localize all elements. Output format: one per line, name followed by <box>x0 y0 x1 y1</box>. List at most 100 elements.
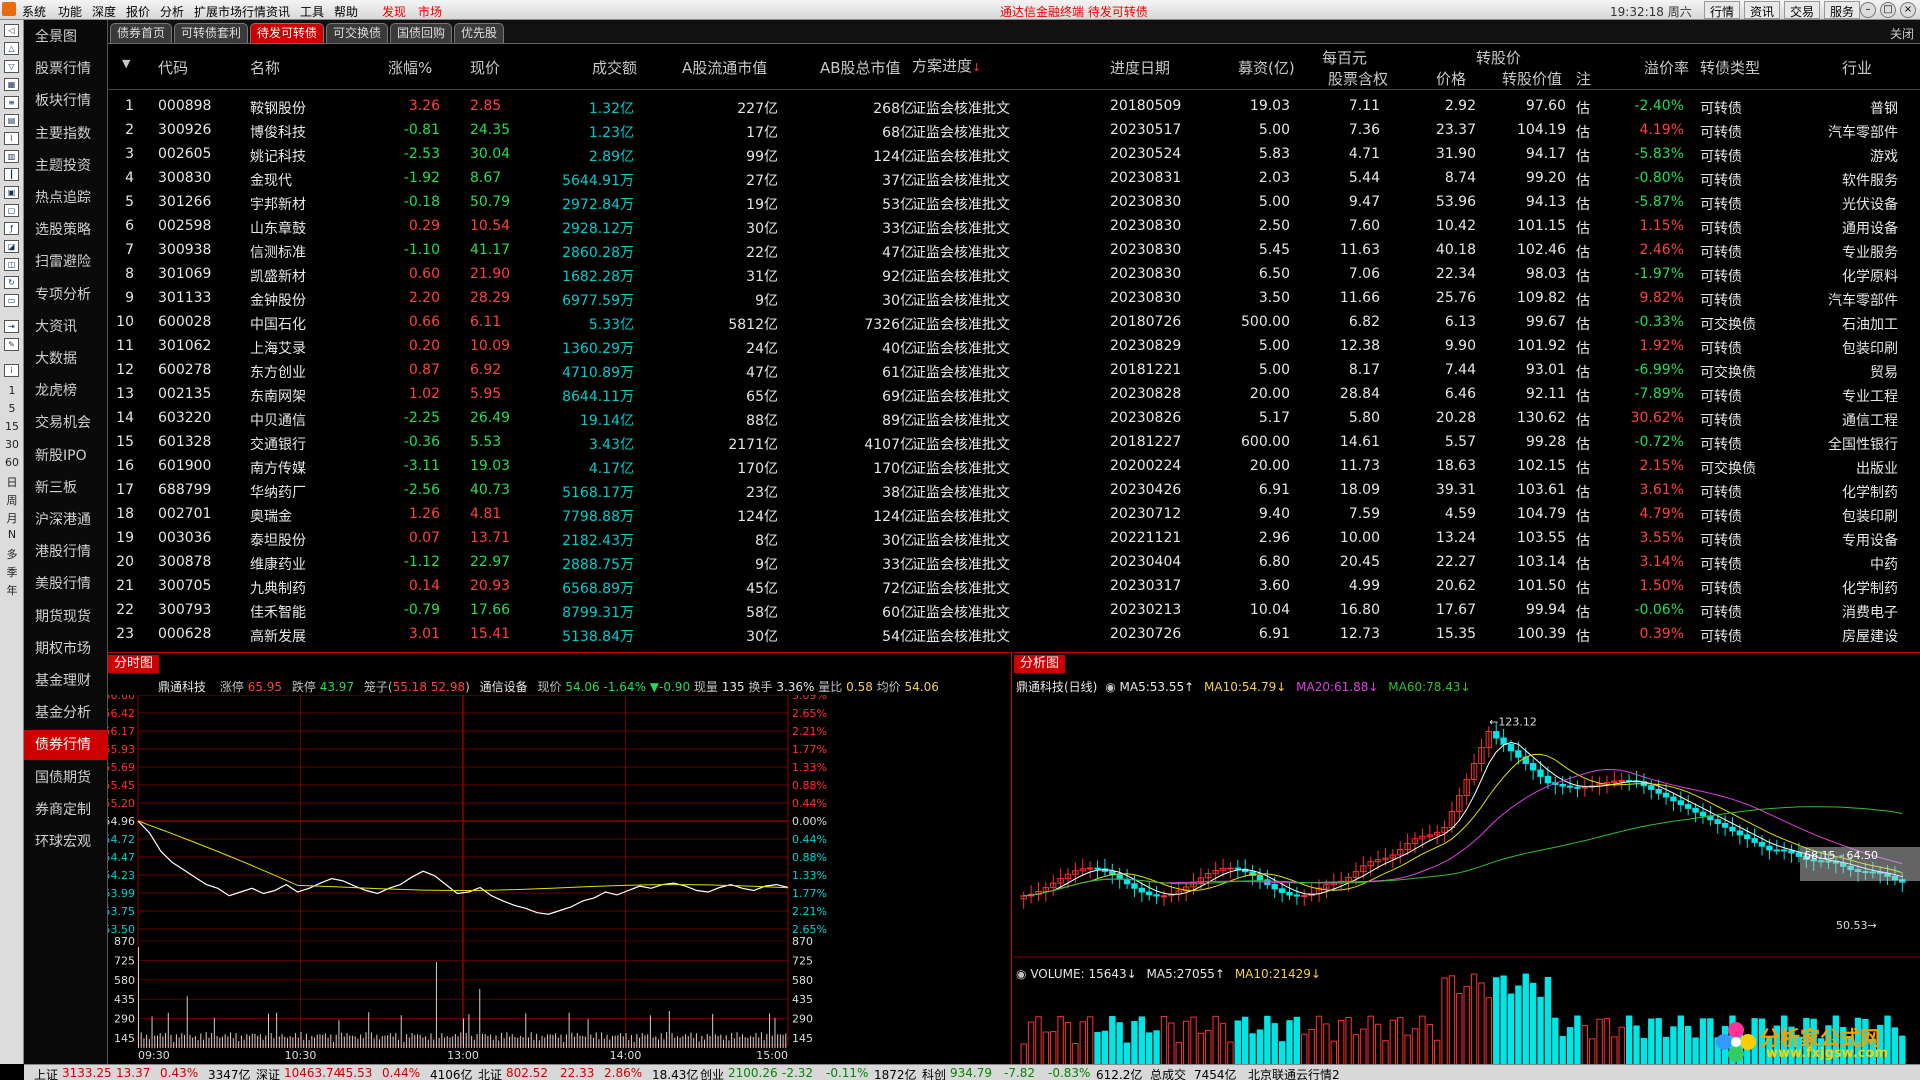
col-a-cap[interactable]: A股流通市值 <box>682 57 767 78</box>
compare-icon[interactable]: ◫ <box>4 258 19 271</box>
export-icon[interactable]: ⇥ <box>4 320 19 333</box>
period-30min[interactable]: 30 <box>2 438 22 451</box>
col-plan[interactable]: 方案进度↓ <box>912 55 981 76</box>
table-row[interactable]: 18 002701 奥瑞金 1.26 4.81 7798.88万 124亿 124亿 证监会核准… <box>108 502 1920 526</box>
sidebar-item[interactable]: 选股策略 <box>24 215 108 245</box>
sidebar-item[interactable]: 龙虎榜 <box>24 376 108 406</box>
service-button[interactable]: 服务 <box>1824 1 1861 19</box>
period-quarter[interactable]: 季 <box>2 564 22 580</box>
col-price[interactable]: 现价 <box>470 57 500 78</box>
period-5min[interactable]: 5 <box>2 402 22 415</box>
col-name[interactable]: 名称 <box>250 57 280 78</box>
table-row[interactable]: 9 301133 金钟股份 2.20 28.29 6977.59万 9亿 30亿 证监会核准批文… <box>108 286 1920 310</box>
table-row[interactable]: 23 000628 高新发展 3.01 15.41 5138.84万 30亿 54亿 证监会核准… <box>108 622 1920 646</box>
table-row[interactable]: 6 002598 山东章鼓 0.29 10.54 2928.12万 30亿 33亿 证监会核准批… <box>108 214 1920 238</box>
kline-chart-svg[interactable]: ←123.12 50.53→ 68.15 - 64.50 <box>1014 695 1920 1065</box>
table-view-icon[interactable]: ▤ <box>4 114 19 127</box>
minute-chart-svg[interactable]: 56.66 3.09% 56.42 2.65% 56.17 2.21% 55.93 1.77%… <box>108 695 1012 1065</box>
period-multi[interactable]: 多 <box>2 546 22 562</box>
menu-market[interactable]: 市场 <box>418 3 442 20</box>
table-row[interactable]: 12 600278 东方创业 0.87 6.92 4710.89万 47亿 61亿 证监会核准批… <box>108 358 1920 382</box>
sidebar-item[interactable]: 美股行情 <box>24 569 108 599</box>
table-row[interactable]: 14 603220 中贝通信 -2.25 26.49 19.14亿 88亿 89亿 证监会核准批… <box>108 406 1920 430</box>
bar-chart-icon[interactable]: ▥ <box>4 150 19 163</box>
sidebar-item[interactable]: 基金分析 <box>24 698 108 728</box>
col-change[interactable]: 涨幅% <box>388 57 432 78</box>
col-code[interactable]: 代码 <box>158 57 188 78</box>
table-row[interactable]: 5 301266 宇邦新材 -0.18 50.79 2972.84万 19亿 53亿 证监会核准… <box>108 190 1920 214</box>
period-1min[interactable]: 1 <box>2 384 22 397</box>
formula-icon[interactable]: ƒ <box>4 222 19 235</box>
sidebar-item[interactable]: 交易机会 <box>24 408 108 438</box>
menu-depth[interactable]: 深度 <box>92 3 116 20</box>
table-row[interactable]: 19 003036 泰坦股份 0.07 13.71 2182.43万 8亿 30亿 证监会核准批… <box>108 526 1920 550</box>
sidebar-item[interactable]: 新三板 <box>24 473 108 503</box>
col-raise[interactable]: 募资(亿) <box>1238 57 1295 78</box>
menu-extended-market[interactable]: 扩展市场行情 <box>194 3 266 20</box>
col-conv-price[interactable]: 价格 <box>1436 68 1466 89</box>
sidebar-item[interactable]: 券商定制 <box>24 795 108 825</box>
settings-icon[interactable]: ◉ <box>1105 680 1115 694</box>
table-row[interactable]: 8 301069 凯盛新材 0.60 21.90 1682.28万 31亿 92亿 证监会核准批… <box>108 262 1920 286</box>
sidebar-item[interactable]: 债券行情 <box>24 730 108 761</box>
sidebar-item[interactable]: 新股IPO <box>24 441 108 471</box>
menu-help[interactable]: 帮助 <box>334 3 358 20</box>
down-arrow-icon[interactable]: ▽ <box>4 60 19 73</box>
menu-analysis[interactable]: 分析 <box>160 3 184 20</box>
table-row[interactable]: 1 000898 鞍钢股份 3.26 2.85 1.32亿 227亿 268亿 证监会核准批文 2… <box>108 94 1920 118</box>
sidebar-item[interactable]: 全景图 <box>24 22 108 52</box>
table-row[interactable]: 11 301062 上海艾录 0.20 10.09 1360.29万 24亿 40亿 证监会核准… <box>108 334 1920 358</box>
table-row[interactable]: 17 688799 华纳药厂 -2.56 40.73 5168.17万 23亿 38亿 证监会核… <box>108 478 1920 502</box>
calendar-icon[interactable]: ▭ <box>4 294 19 307</box>
table-row[interactable]: 4 300830 金现代 -1.92 8.67 5644.91万 27亿 37亿 证监会核准批文… <box>108 166 1920 190</box>
tab-preferred-stock[interactable]: 优先股 <box>454 23 504 43</box>
tab-bond-home[interactable]: 债券首页 <box>110 23 172 43</box>
trade-button[interactable]: 交易 <box>1784 1 1821 19</box>
sidebar-item[interactable]: 主要指数 <box>24 119 108 149</box>
period-week[interactable]: 周 <box>2 492 22 508</box>
minute-panel-title[interactable]: 分时图 <box>108 655 160 673</box>
table-row[interactable]: 3 002605 姚记科技 -2.53 30.04 2.89亿 99亿 124亿 证监会核准批文… <box>108 142 1920 166</box>
back-arrow-icon[interactable]: ◁ <box>4 24 19 37</box>
sidebar-item[interactable]: 基金理财 <box>24 666 108 696</box>
sidebar-item[interactable]: 港股行情 <box>24 537 108 567</box>
col-conv-value[interactable]: 转股价值 <box>1502 68 1562 89</box>
menu-quote[interactable]: 报价 <box>126 3 150 20</box>
close-tab-button[interactable]: 关闭 <box>1890 25 1914 42</box>
period-day[interactable]: 日 <box>2 474 22 490</box>
col-amount[interactable]: 成交额 <box>592 57 637 78</box>
sort-indicator-icon[interactable]: ▼ <box>122 57 130 70</box>
sidebar-item[interactable]: 环球宏观 <box>24 827 108 857</box>
table-row[interactable]: 21 300705 九典制药 0.14 20.93 6568.89万 45亿 72亿 证监会核准… <box>108 574 1920 598</box>
table-row[interactable]: 2 300926 博俊科技 -0.81 24.35 1.23亿 17亿 68亿 证监会核准批文 2… <box>108 118 1920 142</box>
minimize-icon[interactable]: – <box>1860 2 1876 18</box>
menu-system[interactable]: 系统 <box>22 3 46 20</box>
menu-tools[interactable]: 工具 <box>300 3 324 20</box>
period-n[interactable]: N <box>2 528 22 541</box>
sidebar-item[interactable]: 大数据 <box>24 344 108 374</box>
col-date[interactable]: 进度日期 <box>1110 57 1170 78</box>
period-year[interactable]: 年 <box>2 582 22 598</box>
tab-repo[interactable]: 国债回购 <box>390 23 452 43</box>
sidebar-item[interactable]: 国债期货 <box>24 763 108 793</box>
sidebar-item[interactable]: 扫雷避险 <box>24 247 108 277</box>
report-icon[interactable]: ▣ <box>4 186 19 199</box>
news-button[interactable]: 资讯 <box>1744 1 1781 19</box>
pencil-icon[interactable]: ✎ <box>4 338 19 351</box>
maximize-icon[interactable]: □ <box>1880 2 1896 18</box>
close-icon[interactable]: × <box>1900 2 1916 18</box>
sidebar-item[interactable]: 沪深港通 <box>24 505 108 535</box>
list-view-icon[interactable]: ≡ <box>4 96 19 109</box>
menu-news[interactable]: 资讯 <box>266 3 290 20</box>
col-type[interactable]: 转债类型 <box>1700 57 1760 78</box>
period-month[interactable]: 月 <box>2 510 22 526</box>
table-row[interactable]: 20 300878 维康药业 -1.12 22.97 2888.75万 9亿 33亿 证监会核准… <box>108 550 1920 574</box>
table-row[interactable]: 7 300938 信测标准 -1.10 41.17 2860.28万 22亿 47亿 证监会核准… <box>108 238 1920 262</box>
table-row[interactable]: 13 002135 东南网架 1.02 5.95 8644.11万 65亿 69亿 证监会核准批… <box>108 382 1920 406</box>
tab-exchangeable-bond[interactable]: 可交换债 <box>326 23 388 43</box>
indicator-icon[interactable]: ◪ <box>4 240 19 253</box>
col-note[interactable]: 注 <box>1576 68 1591 89</box>
kline-panel-title[interactable]: 分析图 <box>1014 655 1066 673</box>
table-row[interactable]: 22 300793 佳禾智能 -0.79 17.66 8799.31万 58亿 60亿 证监会核… <box>108 598 1920 622</box>
volume-settings-icon[interactable]: ◉ <box>1016 967 1026 981</box>
